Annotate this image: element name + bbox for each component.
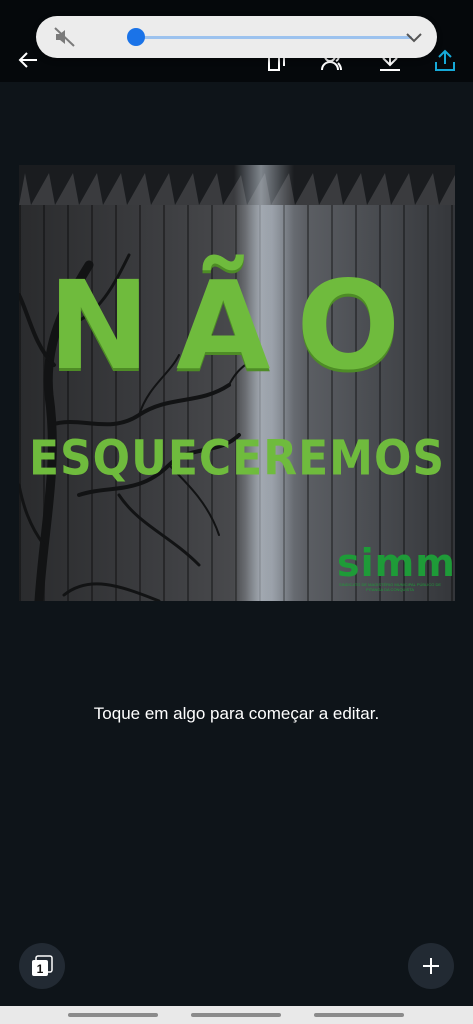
edit-hint: Toque em algo para começar a editar.: [93, 704, 380, 723]
add-button[interactable]: [408, 943, 454, 989]
pages-button[interactable]: 1: [19, 943, 65, 989]
nav-recents[interactable]: [68, 1013, 158, 1017]
plus-icon: [423, 958, 439, 974]
volume-expand-button[interactable]: [405, 29, 423, 45]
design-title[interactable]: NÃO: [19, 265, 455, 387]
volume-mute-icon: [54, 27, 75, 47]
back-button[interactable]: [14, 46, 42, 74]
volume-popup: [36, 16, 437, 58]
simmp-logo[interactable]: simmp SINDICATO DE MAGISTÉRIO MUNICIPAL …: [337, 541, 455, 593]
nav-home[interactable]: [191, 1013, 281, 1017]
upload-icon: [435, 49, 455, 71]
design-canvas[interactable]: NÃO ESQUECEREMOS simmp SINDICATO DE MAGI…: [19, 165, 455, 601]
volume-slider[interactable]: [127, 28, 412, 46]
system-nav-bar: [0, 1006, 473, 1024]
design-subtitle[interactable]: ESQUECEREMOS: [19, 434, 455, 483]
logo-tagline: SINDICATO DE MAGISTÉRIO MUNICIPAL PÚBLIC…: [338, 582, 442, 593]
arrow-left-icon: [18, 52, 37, 68]
logo-wordmark: simmp: [337, 541, 455, 586]
nav-back[interactable]: [314, 1013, 404, 1017]
volume-thumb[interactable]: [127, 28, 145, 46]
chevron-down-icon: [406, 33, 422, 43]
pages-icon: 1: [32, 955, 53, 976]
pages-count: 1: [37, 962, 44, 976]
publish-button[interactable]: [431, 46, 459, 74]
mute-toggle[interactable]: [54, 27, 76, 47]
